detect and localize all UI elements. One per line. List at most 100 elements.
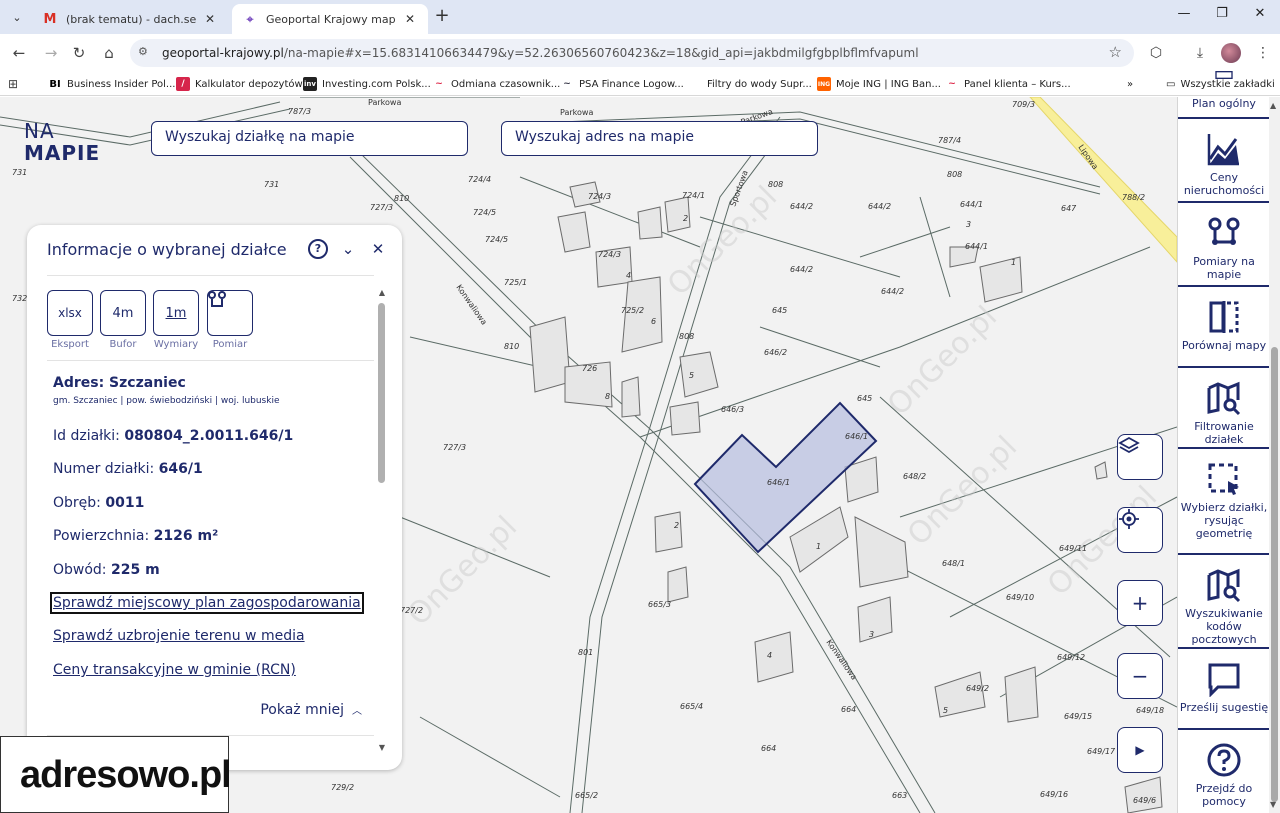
compare-icon — [1209, 301, 1239, 333]
link-local-plan[interactable]: Sprawdź miejscowy plan zagospodarowania — [50, 592, 364, 614]
parcel-label: 664 — [841, 705, 856, 714]
building-number: 6 — [651, 317, 656, 326]
parcel-label: 729/2 — [331, 783, 354, 792]
tab-search-button[interactable]: ⌄ — [6, 6, 28, 28]
more-bookmarks-icon[interactable]: » — [1127, 76, 1133, 92]
search-plot-button[interactable]: Wyszukaj działkę na mapie — [151, 121, 468, 156]
scroll-down-arrow[interactable]: ▼ — [1270, 800, 1276, 809]
parcel-label: 645 — [857, 394, 872, 403]
field-label: Id działki: — [53, 428, 120, 444]
panel-icon: ~ — [945, 77, 959, 91]
export-tool[interactable]: xlsx Eksport — [47, 290, 93, 350]
parcel-label: 644/2 — [881, 287, 904, 296]
show-less-button[interactable]: Pokaż mniej ︿ — [260, 702, 362, 718]
extensions-icon[interactable]: ⬡ — [1145, 42, 1167, 64]
new-tab-button[interactable]: + — [432, 6, 452, 26]
message-icon — [1208, 663, 1240, 697]
play-icon: ▶ — [1135, 743, 1145, 757]
forward-button[interactable]: → — [40, 42, 62, 64]
field-value: 0011 — [105, 495, 145, 511]
parcel-label: 724/3 — [588, 192, 611, 201]
parcel-label: 709/3 — [1012, 100, 1035, 109]
parcel-label: 644/2 — [790, 202, 813, 211]
field-label: Obręb: — [53, 495, 101, 511]
site-info-icon[interactable]: ⚙ — [138, 45, 148, 58]
minimize-button[interactable]: — — [1172, 6, 1196, 26]
bookmark-kalkulator[interactable]: / Kalkulator depozytów — [176, 76, 303, 92]
sidebar-item-draw-select[interactable]: Wybierz działki, rysując geometrię — [1178, 451, 1270, 555]
close-icon[interactable]: ✕ — [368, 239, 388, 259]
home-button[interactable]: ⌂ — [98, 42, 120, 64]
parcel-label: 731 — [12, 168, 27, 177]
sidebar-item-postal-codes[interactable]: Wyszukiwanie kodów pocztowych — [1178, 557, 1270, 649]
sidebar-item-measure[interactable]: Pomiary na mapie — [1178, 205, 1270, 287]
tab-gmail[interactable]: M (brak tematu) - dach.serwis@gm ✕ — [32, 4, 228, 34]
building-number: 1 — [816, 542, 821, 551]
browser-menu-icon[interactable]: ⋮ — [1252, 42, 1274, 64]
search-address-button[interactable]: Wyszukaj adres na mapie — [501, 121, 818, 156]
na-mapie-logo[interactable]: NA MAPIE — [24, 121, 100, 163]
buffer-tool[interactable]: 4m Bufor — [100, 290, 146, 350]
bookmark-label: Investing.com Polsk... — [322, 78, 431, 90]
bookmark-panel-klienta[interactable]: ~ Panel klienta – Kurs... — [945, 76, 1071, 92]
expand-button[interactable]: ▶ — [1117, 727, 1163, 773]
bookmark-ing[interactable]: ING Moje ING | ING Ban... — [817, 76, 941, 92]
apps-grid-icon[interactable]: ⊞ — [8, 76, 18, 92]
bookmark-odmiana[interactable]: ~ Odmiana czasownik... — [432, 76, 560, 92]
back-button[interactable]: ← — [8, 42, 30, 64]
map-canvas[interactable]: OnGeo.pl OnGeo.pl OnGeo.pl OnGeo.pl OnGe… — [0, 97, 1177, 813]
adresowo-ad[interactable]: adresowo.pl — [0, 736, 232, 813]
layers-button[interactable] — [1117, 434, 1163, 480]
field-label: Powierzchnia: — [53, 528, 150, 544]
sidebar-item-label: Porównaj mapy — [1181, 339, 1267, 352]
dimensions-tool[interactable]: 1m Wymiary — [153, 290, 199, 350]
field-value: 2126 m² — [153, 528, 219, 544]
sidebar-item-help[interactable]: Przejdź do pomocy — [1178, 732, 1270, 813]
link-utilities[interactable]: Sprawdź uzbrojenie terenu w media — [53, 628, 305, 644]
parcel-label: 648/2 — [903, 472, 926, 481]
scroll-up-arrow[interactable]: ▲ — [377, 288, 387, 297]
field-area: Powierzchnia: 2126 m² — [53, 528, 218, 544]
measure-tool[interactable]: Pomiar — [207, 290, 253, 350]
zoom-out-button[interactable]: − — [1117, 653, 1163, 699]
parcel-label: 727/2 — [400, 606, 423, 615]
sidebar-item-label: Wyszukiwanie kodów pocztowych — [1185, 607, 1263, 646]
profile-avatar[interactable] — [1221, 43, 1241, 63]
folder-icon: ▭ — [1166, 78, 1176, 90]
address-bar[interactable]: ⚙ geoportal-krajowy.pl/na-mapie#x=15.683… — [130, 39, 1134, 67]
scroll-down-arrow[interactable]: ▼ — [377, 743, 387, 752]
parcel-label: 649/16 — [1040, 790, 1068, 799]
field-plot-number: Numer działki: 646/1 — [53, 461, 203, 477]
reload-button[interactable]: ↻ — [68, 42, 90, 64]
scroll-up-arrow[interactable]: ▲ — [1270, 101, 1276, 110]
close-icon[interactable]: ✕ — [402, 11, 418, 27]
parcel-label: 787/3 — [288, 107, 311, 116]
sidebar-item-filter[interactable]: Filtrowanie działek — [1178, 370, 1270, 449]
sidebar-item-plan[interactable]: Plan ogólny — [1178, 67, 1270, 119]
sidebar-item-compare[interactable]: Porównaj mapy — [1178, 289, 1270, 368]
help-icon[interactable]: ? — [308, 239, 328, 259]
bookmark-psa-finance[interactable]: ~ PSA Finance Logow... — [560, 76, 684, 92]
sidebar-item-suggestion[interactable]: Prześlij sugestię — [1178, 651, 1270, 730]
tab-geoportal[interactable]: ⌖ Geoportal Krajowy mapy i infor ✕ — [232, 4, 428, 34]
page-scrollbar[interactable]: ▲ ▼ — [1269, 97, 1280, 813]
zoom-in-button[interactable]: + — [1117, 580, 1163, 626]
window-close-button[interactable]: ✕ — [1248, 6, 1272, 26]
panel-scrollbar-thumb[interactable] — [378, 303, 385, 483]
parcel-label: 665/2 — [575, 791, 598, 800]
link-transaction-prices[interactable]: Ceny transakcyjne w gminie (RCN) — [53, 662, 296, 678]
bookmark-business-insider[interactable]: BI Business Insider Pol... — [48, 76, 175, 92]
bookmark-star-icon[interactable]: ☆ — [1109, 43, 1122, 61]
parcel-label: 649/12 — [1057, 653, 1085, 662]
address-heading: Adres: Szczaniec — [53, 375, 186, 391]
chevron-down-icon[interactable]: ⌄ — [338, 239, 358, 259]
building-number: 4 — [767, 651, 772, 660]
sidebar-item-prices[interactable]: Ceny nieruchomości — [1178, 121, 1270, 203]
bookmark-filtry[interactable]: Filtry do wody Supr... — [688, 76, 812, 92]
bookmark-investing[interactable]: inv Investing.com Polsk... — [303, 76, 431, 92]
downloads-icon[interactable]: ⤓ — [1189, 42, 1211, 64]
maximize-button[interactable]: ❐ — [1210, 6, 1234, 26]
locate-button[interactable] — [1117, 507, 1163, 553]
close-icon[interactable]: ✕ — [202, 11, 218, 27]
page-scrollbar-thumb[interactable] — [1271, 347, 1278, 802]
